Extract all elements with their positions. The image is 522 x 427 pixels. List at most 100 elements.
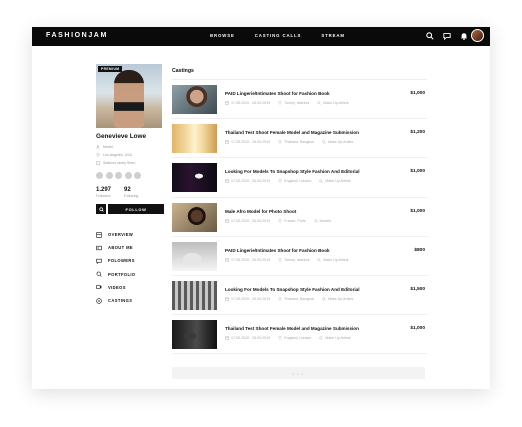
casting-category: Make Up Artists [325, 179, 351, 184]
casting-title[interactable]: Male Afro Model for Photo Shoot [225, 209, 296, 214]
casting-row[interactable]: Male Afro Model for Photo Shoot $1,000 1… [172, 198, 427, 237]
chat-icon[interactable] [443, 32, 451, 40]
casting-thumbnail[interactable] [172, 280, 217, 310]
load-more-button[interactable]: • • • [172, 367, 425, 379]
location-pin-icon [278, 257, 282, 262]
casting-title[interactable]: PAID Lingerie/Intimates Shoot for Fashio… [225, 248, 330, 253]
profile-status: Stations rarely Seen [103, 161, 136, 165]
profile-actions: FOLLOW [96, 204, 164, 214]
bell-icon[interactable] [460, 32, 468, 40]
menu-videos[interactable]: VIDEOS [96, 281, 164, 294]
casting-row[interactable]: PAID Lingerie/Intimates Shoot for Fashio… [172, 237, 427, 276]
location-pin-icon [96, 153, 100, 157]
casting-title[interactable]: Looking For Models To Snapshop Style Fas… [225, 287, 360, 292]
profile-menu: OVERVIEW ABOUT ME FOLOWERS PORTFOLIO VID… [96, 228, 164, 307]
location-pin-icon [278, 218, 282, 223]
casting-date-wrap: 17.05.2019 - 26.09.2019 [225, 297, 270, 301]
casting-date: 17.05.2019 - 26.09.2019 [231, 140, 271, 145]
profile-name: Genevieve Lowe [96, 133, 147, 140]
casting-location-wrap: Turkey, Istanbul [278, 101, 309, 105]
casting-thumbnail[interactable] [172, 85, 217, 114]
casting-meta: 17.05.2019 - 26.09.2019 England, London … [225, 336, 351, 340]
casting-location: France, Paris [284, 218, 306, 223]
category-search-icon [317, 258, 322, 262]
search-icon[interactable] [426, 32, 434, 40]
main-nav: BROWSE CASTING CALLS STREAM [210, 33, 345, 38]
casting-location-wrap: England, London [278, 336, 311, 340]
calendar-icon [225, 140, 229, 144]
casting-row[interactable]: Looking For Models To Snapshop Style Fas… [172, 276, 427, 316]
casting-row[interactable]: Looking For Models To Snapshop Style Fas… [172, 158, 427, 198]
casting-category-wrap: Make Up Artists [322, 140, 353, 144]
casting-title[interactable]: Looking For Models To Snapshop Style Fas… [225, 169, 360, 174]
follow-button[interactable]: FOLLOW [108, 204, 164, 214]
casting-date: 17.05.2019 - 26.09.2019 [231, 336, 271, 341]
menu-portfolio-label: PORTFOLIO [108, 271, 136, 277]
casting-meta: 17.05.2019 - 26.09.2019 Turkey, Istanbul… [225, 258, 349, 262]
user-avatar[interactable] [471, 29, 484, 42]
casting-location: Thailand, Bangkok [284, 296, 314, 301]
followers-stat: 1.297 Followers [96, 187, 111, 198]
casting-title[interactable]: PAID Lingerie/Intimates Shoot for Fashio… [225, 91, 330, 96]
casting-date-wrap: 17.05.2019 - 26.09.2019 [225, 336, 270, 340]
user-icon [96, 145, 100, 149]
casting-title[interactable]: Thailand Test Shoot Female Model and Mag… [225, 326, 359, 331]
calendar-icon [225, 258, 229, 262]
casting-row[interactable]: Thailand Test Shoot Female Model and Mag… [172, 315, 427, 355]
menu-castings[interactable]: CASTINGS [96, 294, 164, 307]
casting-date: 17.05.2019 - 26.09.2019 [231, 218, 271, 223]
nav-browse[interactable]: BROWSE [210, 33, 235, 38]
casting-thumbnail[interactable] [172, 163, 217, 193]
menu-videos-label: VIDEOS [108, 284, 126, 290]
message-button[interactable] [96, 204, 106, 214]
category-search-icon [317, 101, 322, 105]
overview-icon [96, 231, 102, 238]
casting-price: $1,000 [410, 169, 425, 175]
category-search-icon [319, 179, 324, 184]
category-search-icon [322, 297, 326, 301]
casting-date-wrap: 17.05.2019 - 26.09.2019 [225, 179, 270, 183]
casting-thumbnail[interactable] [172, 241, 217, 271]
menu-followers-label: FOLOWERS [108, 258, 135, 264]
followers-count: 1.297 [96, 187, 112, 193]
pinterest-icon[interactable] [134, 172, 141, 179]
facebook-icon[interactable] [96, 172, 103, 179]
instagram-icon[interactable] [115, 172, 122, 179]
casting-location-wrap: Thailand, Bangkok [278, 297, 314, 301]
location-pin-icon [278, 336, 282, 341]
menu-about-me[interactable]: ABOUT ME [96, 241, 164, 254]
casting-meta: 17.05.2019 - 26.09.2019 Turkey, Istanbul… [225, 101, 349, 105]
casting-row[interactable]: Thailand Test Shoot Female Model and Mag… [172, 119, 427, 159]
nav-stream[interactable]: STREAM [321, 33, 345, 38]
casting-thumbnail[interactable] [172, 202, 217, 232]
casting-category-wrap: Make Up Artists [317, 101, 349, 105]
menu-portfolio[interactable]: PORTFOLIO [96, 268, 164, 281]
menu-followers[interactable]: FOLOWERS [96, 254, 164, 267]
casting-location-wrap: Thailand, Bangkok [278, 140, 314, 144]
profile-location-row: Los Angeles, USA [96, 151, 164, 159]
followers-icon [96, 258, 102, 264]
menu-overview[interactable]: OVERVIEW [96, 228, 164, 241]
castings-icon [96, 297, 102, 304]
casting-thumbnail[interactable] [172, 320, 217, 350]
profile-location: Los Angeles, USA [103, 153, 132, 157]
casting-date-wrap: 17.05.2019 - 26.09.2019 [225, 101, 270, 105]
menu-overview-label: OVERVIEW [108, 232, 134, 238]
casting-price: $1,000 [410, 326, 425, 332]
profile-meta: Model Los Angeles, USA Stations rarely S… [96, 143, 164, 167]
location-pin-icon [278, 101, 282, 105]
profile-role: Model [103, 145, 113, 149]
casting-category-wrap: Make Up Artists [322, 297, 353, 301]
casting-title[interactable]: Thailand Test Shoot Female Model and Mag… [225, 130, 359, 135]
casting-meta: 17.05.2019 - 26.09.2019 France, Paris Mo… [225, 219, 331, 223]
top-navigation-bar: FASHIONJAM BROWSE CASTING CALLS STREAM [32, 27, 490, 46]
brand-logo[interactable]: FASHIONJAM [46, 32, 108, 39]
about-icon [96, 245, 102, 250]
vimeo-icon[interactable] [124, 172, 132, 179]
nav-casting-calls[interactable]: CASTING CALLS [255, 33, 302, 38]
casting-thumbnail[interactable] [172, 124, 217, 154]
casting-row[interactable]: PAID Lingerie/Intimates Shoot for Fashio… [172, 80, 427, 120]
calendar-icon [225, 297, 229, 301]
twitter-icon[interactable] [105, 172, 113, 179]
casting-date: 17.05.2019 - 26.09.2019 [231, 296, 271, 301]
